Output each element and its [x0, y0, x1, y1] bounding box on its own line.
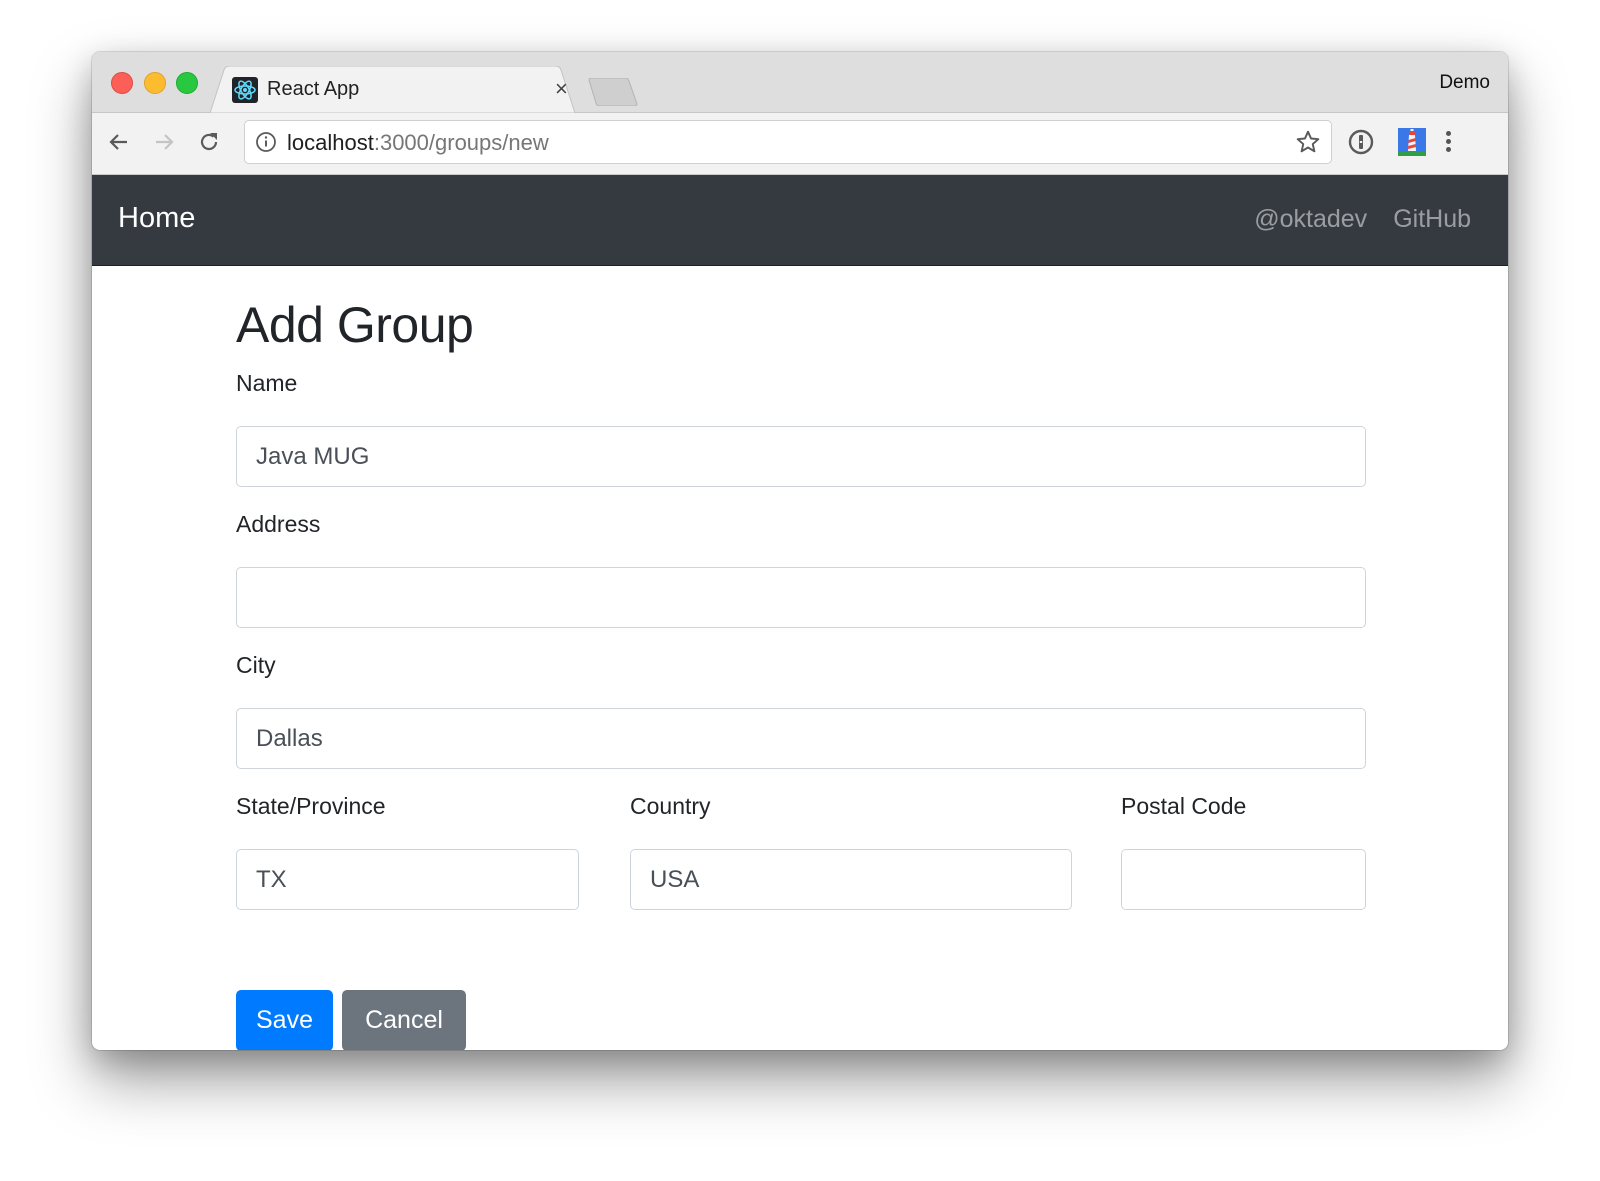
minimize-window-button[interactable]: [144, 72, 166, 94]
page-title: Add Group: [236, 297, 474, 353]
tab-react-app[interactable]: React App ×: [210, 66, 580, 113]
nav-links: @oktadev GitHub: [1254, 205, 1471, 234]
name-label: Name: [236, 370, 298, 396]
save-button[interactable]: Save: [236, 990, 333, 1050]
forward-button[interactable]: [149, 127, 179, 157]
tab-strip: React App × Demo: [92, 52, 1508, 113]
tab-shape: [210, 66, 576, 113]
address-label: Address: [236, 511, 321, 537]
close-window-button[interactable]: [111, 72, 133, 94]
more-vert-icon[interactable]: [1442, 128, 1454, 156]
arrow-left-icon: [109, 134, 127, 150]
star-icon[interactable]: [1295, 129, 1321, 155]
info-icon[interactable]: [255, 131, 277, 153]
country-input[interactable]: [630, 849, 1072, 910]
cancel-button[interactable]: Cancel: [342, 990, 466, 1050]
nav-link-github[interactable]: GitHub: [1393, 205, 1471, 234]
state-label: State/Province: [236, 793, 386, 819]
address-input[interactable]: [236, 567, 1366, 628]
tab-title: React App: [267, 78, 360, 100]
arrow-right-icon: [156, 134, 174, 150]
reload-button[interactable]: [194, 127, 224, 157]
country-label: Country: [630, 793, 711, 819]
app-navbar: Home @oktadev GitHub: [92, 175, 1508, 266]
address-bar[interactable]: localhost:3000/groups/new: [244, 120, 1332, 164]
password-manager-icon[interactable]: [1347, 128, 1375, 156]
browser-window: React App × Demo localhost:3000/groups/n…: [92, 52, 1508, 1050]
close-tab-icon[interactable]: ×: [555, 76, 568, 102]
city-label: City: [236, 652, 276, 678]
lighthouse-icon[interactable]: [1398, 128, 1426, 156]
url-text[interactable]: localhost:3000/groups/new: [287, 130, 549, 156]
name-input[interactable]: [236, 426, 1366, 487]
new-tab-button[interactable]: [587, 78, 639, 106]
postal-code-input[interactable]: [1121, 849, 1366, 910]
state-input[interactable]: [236, 849, 579, 910]
browser-toolbar: localhost:3000/groups/new: [92, 113, 1508, 175]
url-path: :3000/groups/new: [373, 130, 549, 155]
url-host: localhost: [287, 130, 374, 155]
postal-code-label: Postal Code: [1121, 793, 1247, 819]
profile-name[interactable]: Demo: [1439, 72, 1490, 94]
reload-icon: [200, 133, 218, 151]
nav-home-link[interactable]: Home: [118, 202, 195, 235]
back-button[interactable]: [104, 127, 134, 157]
zoom-window-button[interactable]: [176, 72, 198, 94]
nav-link-oktadev[interactable]: @oktadev: [1254, 205, 1367, 234]
react-logo-icon: [232, 77, 258, 103]
city-input[interactable]: [236, 708, 1366, 769]
